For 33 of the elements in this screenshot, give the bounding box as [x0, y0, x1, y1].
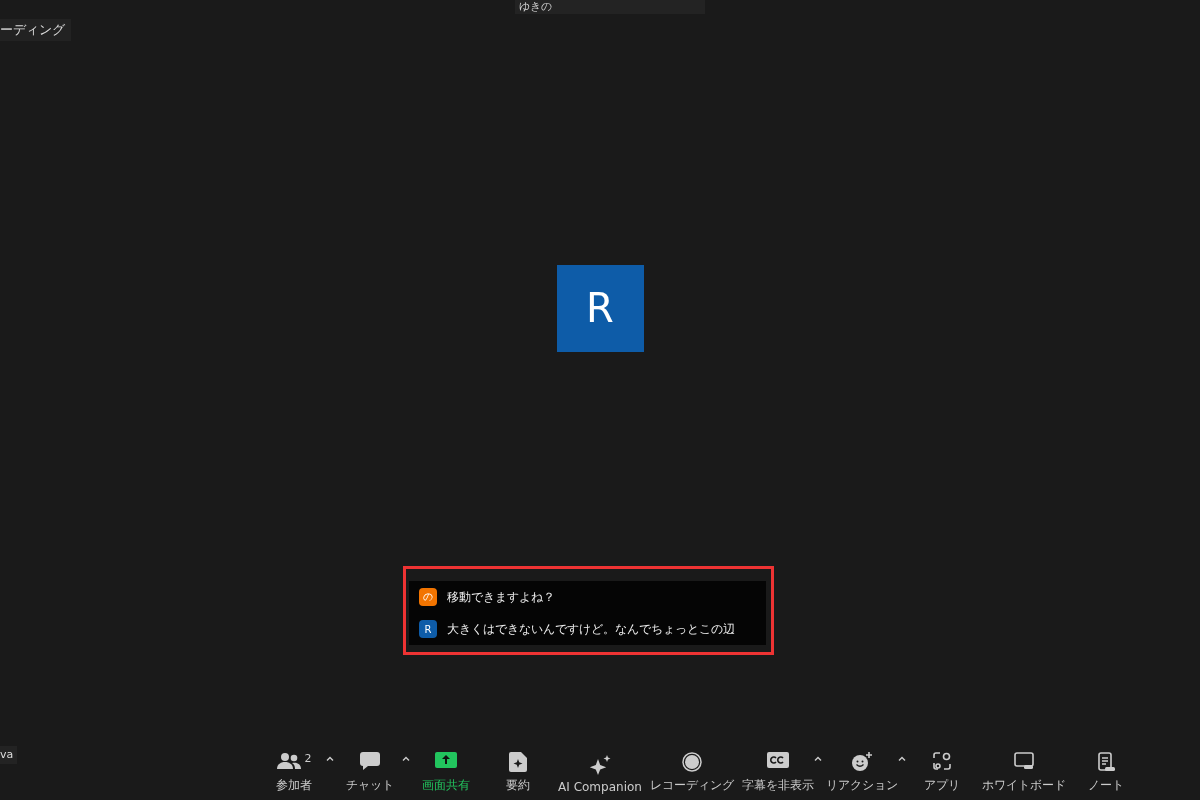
whiteboard-icon	[1013, 752, 1034, 770]
caption-text: 大きくはできないんですけど。なんでちょっとこの辺	[447, 620, 735, 638]
notepad-icon	[1096, 752, 1115, 772]
toolbar-button[interactable]: 画面共有	[410, 748, 483, 798]
speech-bubble-icon	[360, 752, 381, 770]
toolbar-button[interactable]: アプリ	[905, 748, 978, 798]
toolbar-button[interactable]: レコーディング	[645, 748, 738, 798]
caret-icon[interactable]	[897, 756, 906, 761]
toolbar-button[interactable]: リアクション	[821, 748, 902, 798]
caret-icon[interactable]	[326, 756, 335, 761]
toolbar-button[interactable]: ノート	[1069, 748, 1142, 798]
speaker-avatar: R	[419, 620, 437, 638]
people-icon	[276, 752, 301, 770]
apps-icon	[932, 752, 951, 770]
name-tag: ゆきの	[515, 0, 705, 14]
recording-label: ーディング	[0, 19, 71, 41]
caret-icon[interactable]	[813, 756, 822, 761]
avatar-tile: R	[556, 264, 644, 352]
caret-icon[interactable]	[402, 756, 411, 761]
document-sparkle-icon	[509, 752, 528, 772]
speaker-avatar: の	[419, 588, 437, 606]
smiley-plus-icon	[850, 752, 873, 772]
record-icon	[681, 752, 702, 772]
toolbar-button[interactable]: 要約	[482, 748, 555, 798]
toolbar-button[interactable]: 字幕を非表示	[737, 748, 818, 798]
toolbar-button[interactable]: ホワイトボード	[977, 748, 1070, 798]
sparkle-icon	[589, 755, 611, 775]
cc-icon	[766, 752, 789, 768]
toolbar-button[interactable]: AI Companion	[554, 751, 646, 798]
toolbar-button[interactable]: 2 参加者	[258, 748, 331, 798]
toolbar-button[interactable]: チャット	[334, 748, 407, 798]
caption-text: 移動できますよね？	[447, 588, 555, 606]
name-tag: va	[0, 746, 18, 764]
